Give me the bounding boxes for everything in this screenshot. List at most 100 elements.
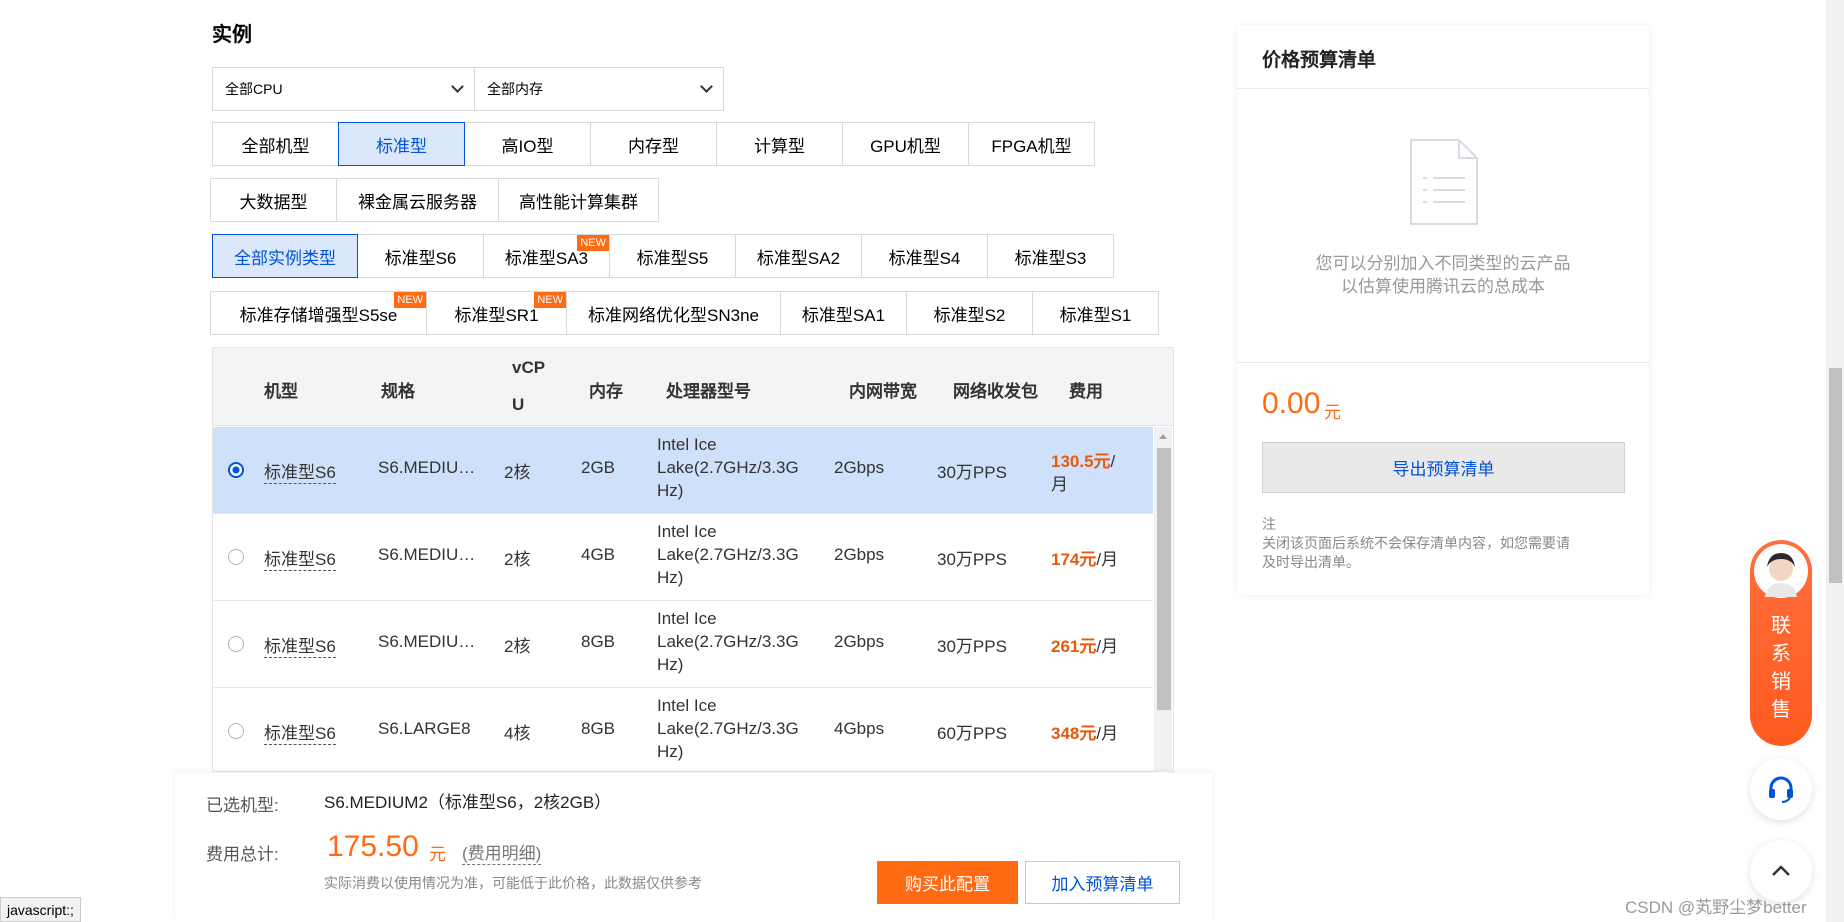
tab-s1[interactable]: 标准型S1 — [1032, 291, 1159, 335]
chevron-up-icon — [1772, 865, 1790, 876]
tab-sn3ne[interactable]: 标准网络优化型SN3ne — [566, 291, 781, 335]
tab-sa1[interactable]: 标准型SA1 — [780, 291, 907, 335]
budget-panel: 价格预算清单 您可以分别加入不同类型的云产品 以估算使用腾讯云的总成本 0.00… — [1237, 25, 1649, 595]
page-scroll-thumb[interactable] — [1829, 368, 1842, 583]
row-radio[interactable] — [228, 462, 244, 478]
divider — [1237, 362, 1649, 363]
note-line-1: 关闭该页面后系统不会保存清单内容，如您需要请 — [1262, 535, 1570, 551]
tab-s3[interactable]: 标准型S3 — [987, 234, 1114, 278]
tab-s5se-label: 标准存储增强型S5se — [239, 305, 398, 325]
row-radio[interactable] — [228, 636, 244, 652]
col-model: 机型 — [264, 382, 298, 401]
row-spec: S6.MEDIU… — [378, 545, 476, 564]
new-badge: NEW — [534, 292, 566, 308]
tab-big-data[interactable]: 大数据型 — [210, 178, 337, 222]
tab-s2[interactable]: 标准型S2 — [906, 291, 1033, 335]
order-summary-bar: 已选机型: S6.MEDIUM2（标准型S6，2核2GB） 费用总计: 175.… — [175, 773, 1212, 922]
document-icon — [1410, 139, 1478, 225]
headset-icon — [1769, 776, 1793, 803]
row-model[interactable]: 标准型S6 — [264, 458, 336, 484]
row-radio[interactable] — [228, 723, 244, 739]
tab-s6[interactable]: 标准型S6 — [357, 234, 484, 278]
row-model[interactable]: 标准型S6 — [264, 545, 336, 571]
buy-button[interactable]: 购买此配置 — [877, 861, 1018, 904]
table-row[interactable]: 标准型S6 S6.MEDIU… 2核 8GB Intel Ice Lake(2.… — [213, 601, 1153, 688]
chevron-down-icon — [451, 80, 464, 93]
watermark: CSDN @芄野尘梦better — [1625, 898, 1807, 917]
add-to-budget-button[interactable]: 加入预算清单 — [1025, 861, 1180, 904]
row-memory: 4GB — [581, 545, 616, 564]
table-row[interactable]: 标准型S6 S6.MEDIU… 2核 2GB Intel Ice Lake(2.… — [213, 427, 1153, 514]
tab-sr1[interactable]: 标准型SR1 NEW — [426, 291, 567, 335]
tab-s5se[interactable]: 标准存储增强型S5se NEW — [210, 291, 427, 335]
row-processor-3: Hz) — [657, 655, 684, 674]
tab-standard[interactable]: 标准型 — [338, 122, 465, 166]
total-label: 费用总计: — [206, 845, 279, 864]
tab-fpga[interactable]: FPGA机型 — [968, 122, 1095, 166]
tab-sa2[interactable]: 标准型SA2 — [735, 234, 862, 278]
avatar — [1754, 544, 1808, 598]
tab-memory[interactable]: 内存型 — [590, 122, 717, 166]
row-spec: S6.LARGE8 — [378, 719, 471, 738]
tab-all-types[interactable]: 全部实例类型 — [212, 234, 358, 278]
instance-table: 机型 规格 vCP U 内存 处理器型号 内网带宽 网络收发包 费用 标准型S6… — [212, 347, 1174, 772]
tab-bare-metal[interactable]: 裸金属云服务器 — [336, 178, 499, 222]
row-pps: 30万PPS — [937, 550, 1007, 569]
cost-detail-link[interactable]: (费用明细) — [462, 839, 542, 865]
col-cost: 费用 — [1069, 382, 1103, 401]
row-processor-1: Intel Ice — [657, 696, 717, 715]
category-tabs-row2: 大数据型 裸金属云服务器 高性能计算集群 — [210, 178, 659, 222]
row-price-unit: 月 — [1051, 475, 1068, 494]
customer-service-button[interactable] — [1750, 758, 1812, 820]
type-tabs-row2: 标准存储增强型S5se NEW 标准型SR1 NEW 标准网络优化型SN3ne … — [210, 291, 1159, 335]
row-processor-1: Intel Ice — [657, 609, 717, 628]
memory-select[interactable]: 全部内存 — [474, 67, 724, 111]
row-processor-3: Hz) — [657, 568, 684, 587]
tab-sa3-label: 标准型SA3 — [504, 248, 589, 268]
selected-value: S6.MEDIUM2（标准型S6，2核2GB） — [324, 793, 612, 812]
tab-compute[interactable]: 计算型 — [716, 122, 843, 166]
row-memory: 8GB — [581, 719, 616, 738]
row-vcpu: 2核 — [504, 550, 531, 569]
row-memory: 2GB — [581, 458, 616, 477]
row-processor-2: Lake(2.7GHz/3.3G — [657, 458, 799, 477]
note-title: 注 — [1262, 516, 1276, 532]
col-vcpu: vCP — [512, 358, 546, 377]
tab-sr1-label: 标准型SR1 — [454, 305, 539, 325]
scroll-up-arrow-icon[interactable] — [1154, 429, 1172, 443]
cpu-select-value: 全部CPU — [225, 81, 283, 97]
tab-high-io[interactable]: 高IO型 — [464, 122, 591, 166]
row-pps: 30万PPS — [937, 637, 1007, 656]
row-spec: S6.MEDIU… — [378, 632, 476, 651]
selected-label: 已选机型: — [206, 796, 279, 815]
row-vcpu: 4核 — [504, 724, 531, 743]
table-scroll-thumb[interactable] — [1157, 448, 1171, 710]
tab-gpu[interactable]: GPU机型 — [842, 122, 969, 166]
panel-title: 价格预算清单 — [1262, 50, 1377, 71]
col-pps: 网络收发包 — [953, 382, 1038, 401]
row-price: 348元/月 — [1051, 724, 1119, 743]
row-model[interactable]: 标准型S6 — [264, 632, 336, 658]
table-row[interactable]: 标准型S6 S6.LARGE8 4核 8GB Intel Ice Lake(2.… — [213, 688, 1153, 771]
col-processor: 处理器型号 — [666, 382, 751, 401]
col-memory: 内存 — [589, 382, 623, 401]
tab-sa3[interactable]: 标准型SA3 NEW — [483, 234, 610, 278]
budget-amount: 0.00 — [1262, 387, 1321, 420]
contact-sales-button[interactable]: 联 系 销 售 — [1750, 540, 1812, 746]
total-amount: 175.50 — [327, 830, 419, 863]
row-radio[interactable] — [228, 549, 244, 565]
row-processor-1: Intel Ice — [657, 435, 717, 454]
row-model[interactable]: 标准型S6 — [264, 719, 336, 745]
row-bandwidth: 4Gbps — [834, 719, 885, 738]
row-pps: 30万PPS — [937, 463, 1007, 482]
export-budget-button[interactable]: 导出预算清单 — [1262, 442, 1625, 493]
tab-all-models[interactable]: 全部机型 — [212, 122, 339, 166]
tab-s5[interactable]: 标准型S5 — [609, 234, 736, 278]
tab-s4[interactable]: 标准型S4 — [861, 234, 988, 278]
col-spec: 规格 — [381, 382, 415, 401]
total-unit: 元 — [429, 845, 446, 864]
cpu-select[interactable]: 全部CPU — [212, 67, 475, 111]
tab-hpc-cluster[interactable]: 高性能计算集群 — [498, 178, 659, 222]
table-row[interactable]: 标准型S6 S6.MEDIU… 2核 4GB Intel Ice Lake(2.… — [213, 514, 1153, 601]
note-line-2: 及时导出清单。 — [1262, 554, 1360, 570]
